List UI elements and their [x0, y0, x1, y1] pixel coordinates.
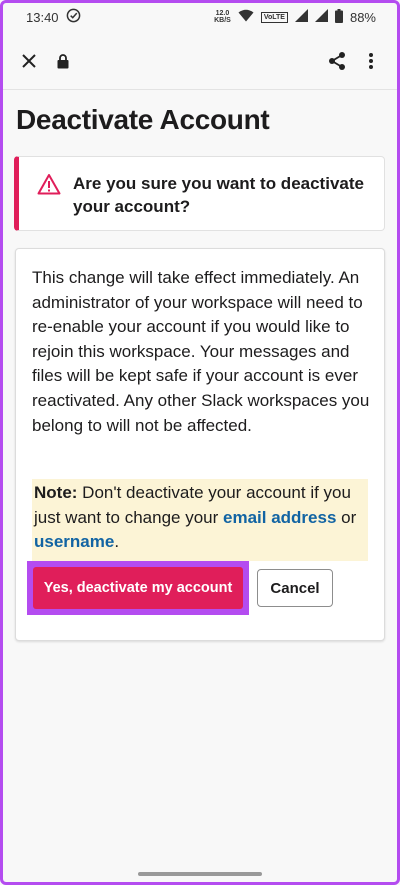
volte-badge: VoLTE — [260, 11, 288, 23]
deactivate-account-button[interactable]: Yes, deactivate my account — [33, 567, 243, 609]
alert-text: Are you sure you want to deactivate your… — [73, 174, 364, 216]
status-right: 12.0 KB/S VoLTE 88% — [214, 8, 376, 26]
net-speed-value: 12.0 — [215, 10, 230, 17]
page-title: Deactivate Account — [16, 104, 270, 135]
deactivate-button-highlight: Yes, deactivate my account — [27, 561, 249, 615]
more-vert-icon[interactable] — [354, 44, 388, 78]
deactivate-description: This change will take effect immediately… — [32, 268, 370, 435]
note-box: Note: Don't deactivate your account if y… — [32, 479, 368, 561]
note-end: . — [114, 532, 120, 552]
warning-icon — [37, 173, 61, 195]
cancel-button[interactable]: Cancel — [257, 569, 333, 607]
status-bar: 13:40 12.0 KB/S VoLTE 88% — [0, 0, 400, 34]
check-circle-icon — [66, 8, 81, 26]
deactivate-card: This change will take effect immediately… — [15, 248, 385, 641]
battery-percent: 88% — [349, 9, 376, 25]
signal-icon — [294, 9, 308, 25]
wifi-icon — [238, 9, 254, 25]
signal-icon-2 — [314, 9, 328, 25]
username-link[interactable]: username — [34, 532, 114, 551]
battery-icon — [334, 8, 343, 26]
lock-icon[interactable] — [46, 44, 80, 78]
net-speed: 12.0 KB/S — [214, 10, 231, 24]
close-icon[interactable] — [12, 44, 46, 78]
home-indicator[interactable] — [138, 872, 262, 876]
warning-alert: Are you sure you want to deactivate your… — [14, 156, 385, 231]
status-time: 13:40 — [26, 9, 59, 25]
note-or: or — [336, 507, 357, 527]
share-icon[interactable] — [320, 44, 354, 78]
browser-toolbar — [0, 34, 400, 88]
email-address-link[interactable]: email address — [223, 508, 336, 527]
note-label: Note: — [34, 483, 78, 502]
net-speed-unit: KB/S — [214, 17, 231, 24]
status-left: 13:40 — [26, 8, 81, 26]
toolbar-divider — [0, 89, 400, 90]
